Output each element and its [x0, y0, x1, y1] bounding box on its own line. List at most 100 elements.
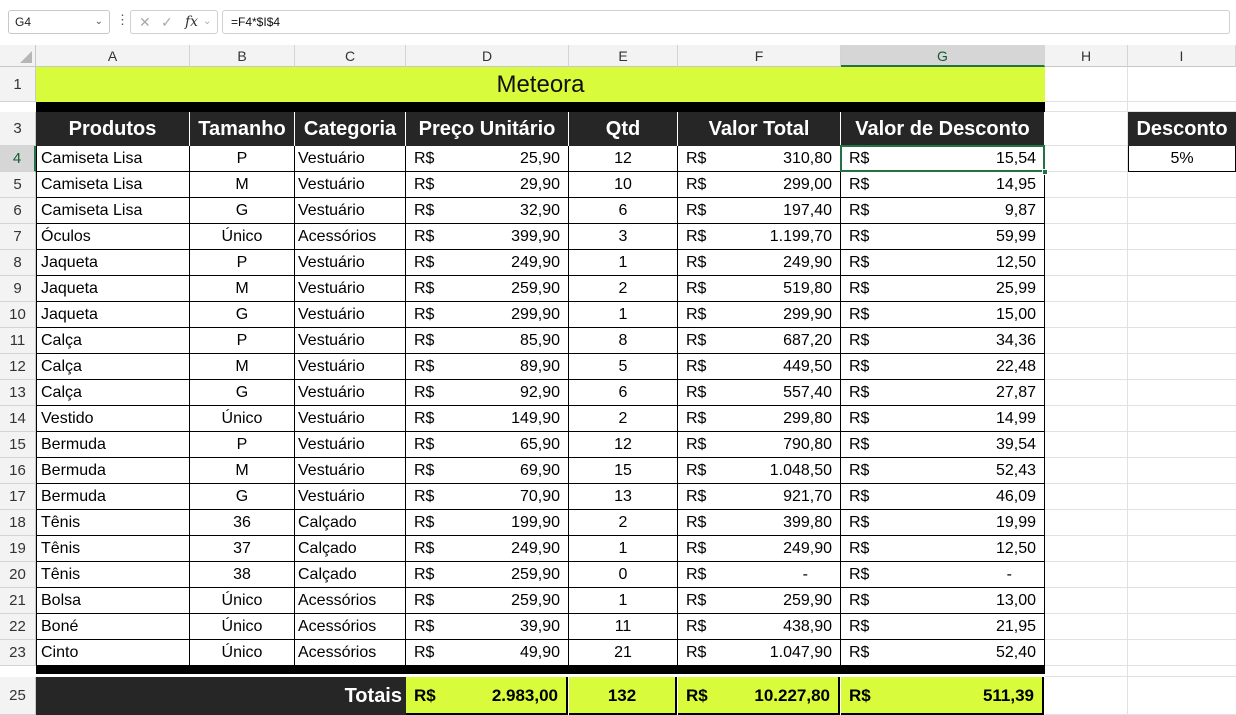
cell-produto[interactable]: Calça — [36, 328, 190, 354]
row-header-23[interactable]: 23 — [0, 640, 36, 666]
cell-total[interactable]: R$ 249,90 — [678, 536, 841, 562]
cell-desconto[interactable]: R$ 39,54 — [841, 432, 1045, 458]
row-header-19[interactable]: 19 — [0, 536, 36, 562]
cell-produto[interactable]: Jaqueta — [36, 250, 190, 276]
cell-preco[interactable]: R$ 39,90 — [406, 614, 569, 640]
row-header-7[interactable]: 7 — [0, 224, 36, 250]
cell-produto[interactable]: Tênis — [36, 562, 190, 588]
cell-tamanho[interactable]: M — [190, 172, 295, 198]
cell-preco[interactable]: R$ 85,90 — [406, 328, 569, 354]
cell-categoria[interactable]: Calçado — [295, 536, 406, 562]
cell-qtd[interactable]: 11 — [569, 614, 678, 640]
cell-qtd[interactable]: 0 — [569, 562, 678, 588]
cell-total[interactable]: R$ 790,80 — [678, 432, 841, 458]
row-header-1[interactable]: 1 — [0, 67, 36, 102]
cell-desconto[interactable]: R$ 12,50 — [841, 536, 1045, 562]
row-header-20[interactable]: 20 — [0, 562, 36, 588]
row-header-12[interactable]: 12 — [0, 354, 36, 380]
cell-qtd[interactable]: 1 — [569, 588, 678, 614]
row-header-11[interactable]: 11 — [0, 328, 36, 354]
cell-preco[interactable]: R$ 249,90 — [406, 250, 569, 276]
more-options-icon[interactable]: ⋮ — [116, 12, 129, 28]
cell-produto[interactable]: Bolsa — [36, 588, 190, 614]
cell-produto[interactable]: Bermuda — [36, 432, 190, 458]
cell-desconto[interactable]: R$ 27,87 — [841, 380, 1045, 406]
cell-desconto[interactable]: R$ 34,36 — [841, 328, 1045, 354]
cell-total[interactable]: R$ 557,40 — [678, 380, 841, 406]
cell-qtd[interactable]: 1 — [569, 302, 678, 328]
cell-desconto[interactable]: R$ 9,87 — [841, 198, 1045, 224]
cell-produto[interactable]: Cinto — [36, 640, 190, 666]
cell-produto[interactable]: Calça — [36, 354, 190, 380]
cell-total[interactable]: R$ 438,90 — [678, 614, 841, 640]
cell-tamanho[interactable]: P — [190, 328, 295, 354]
cell-tamanho[interactable]: Único — [190, 406, 295, 432]
cell-total[interactable]: R$ 921,70 — [678, 484, 841, 510]
cell-qtd[interactable]: 8 — [569, 328, 678, 354]
desconto-value-cell[interactable]: 5% — [1128, 146, 1236, 172]
cell-categoria[interactable]: Acessórios — [295, 614, 406, 640]
cell-desconto[interactable]: R$ 25,99 — [841, 276, 1045, 302]
column-header-h[interactable]: H — [1045, 45, 1128, 67]
cell-qtd[interactable]: 5 — [569, 354, 678, 380]
cell-qtd[interactable]: 3 — [569, 224, 678, 250]
cell-desconto[interactable]: R$ 15,00 — [841, 302, 1045, 328]
cell-preco[interactable]: R$ 259,90 — [406, 276, 569, 302]
column-header-e[interactable]: E — [569, 45, 678, 67]
cell-desconto[interactable]: R$ 52,40 — [841, 640, 1045, 666]
cell-desconto[interactable]: R$ 46,09 — [841, 484, 1045, 510]
cell-preco[interactable]: R$ 32,90 — [406, 198, 569, 224]
select-all-button[interactable] — [0, 45, 36, 67]
cell-qtd[interactable]: 2 — [569, 276, 678, 302]
cell-categoria[interactable]: Vestuário — [295, 406, 406, 432]
row-header-9[interactable]: 9 — [0, 276, 36, 302]
column-header-f[interactable]: F — [678, 45, 841, 67]
row-header-5[interactable]: 5 — [0, 172, 36, 198]
row-header-16[interactable]: 16 — [0, 458, 36, 484]
totals-total[interactable]: R$ 10.227,80 — [678, 677, 840, 715]
cell-qtd[interactable]: 6 — [569, 198, 678, 224]
totals-qtd[interactable]: 132 — [569, 677, 677, 715]
row-header-6[interactable]: 6 — [0, 198, 36, 224]
cell-tamanho[interactable]: Único — [190, 588, 295, 614]
cell-total[interactable]: R$ 1.199,70 — [678, 224, 841, 250]
cell-total[interactable]: R$ 1.047,90 — [678, 640, 841, 666]
cell-preco[interactable]: R$ 89,90 — [406, 354, 569, 380]
row-header-18[interactable]: 18 — [0, 510, 36, 536]
column-header-a[interactable]: A — [36, 45, 190, 67]
cell-tamanho[interactable]: 37 — [190, 536, 295, 562]
cell-total[interactable]: R$ 519,80 — [678, 276, 841, 302]
cell-tamanho[interactable]: G — [190, 198, 295, 224]
cell-qtd[interactable]: 6 — [569, 380, 678, 406]
cell-categoria[interactable]: Vestuário — [295, 484, 406, 510]
cell-preco[interactable]: R$ 249,90 — [406, 536, 569, 562]
insert-function-icon[interactable]: fx — [185, 11, 198, 33]
row-header-8[interactable]: 8 — [0, 250, 36, 276]
cell-tamanho[interactable]: P — [190, 146, 295, 172]
row-header-13[interactable]: 13 — [0, 380, 36, 406]
cell-produto[interactable]: Bermuda — [36, 458, 190, 484]
cell-total[interactable]: R$ 687,20 — [678, 328, 841, 354]
cell-tamanho[interactable]: M — [190, 276, 295, 302]
cell-preco[interactable]: R$ 65,90 — [406, 432, 569, 458]
cell-total[interactable]: R$ 399,80 — [678, 510, 841, 536]
totals-preco[interactable]: R$ 2.983,00 — [406, 677, 568, 715]
row-header-15[interactable]: 15 — [0, 432, 36, 458]
cell-categoria[interactable]: Calçado — [295, 510, 406, 536]
cell-qtd[interactable]: 21 — [569, 640, 678, 666]
cell-desconto[interactable]: R$ 52,43 — [841, 458, 1045, 484]
row-header-17[interactable]: 17 — [0, 484, 36, 510]
cell-qtd[interactable]: 12 — [569, 146, 678, 172]
cell-categoria[interactable]: Vestuário — [295, 328, 406, 354]
cell-qtd[interactable]: 2 — [569, 406, 678, 432]
cell-preco[interactable]: R$ 399,90 — [406, 224, 569, 250]
cell-desconto[interactable]: R$ - — [841, 562, 1045, 588]
cell-preco[interactable]: R$ 299,90 — [406, 302, 569, 328]
cell-categoria[interactable]: Vestuário — [295, 146, 406, 172]
cell-categoria[interactable]: Acessórios — [295, 224, 406, 250]
cell-total[interactable]: R$ 1.048,50 — [678, 458, 841, 484]
cell-tamanho[interactable]: M — [190, 354, 295, 380]
cell-desconto[interactable]: R$ 22,48 — [841, 354, 1045, 380]
confirm-icon[interactable]: ✓ — [161, 11, 173, 33]
cell-categoria[interactable]: Vestuário — [295, 432, 406, 458]
